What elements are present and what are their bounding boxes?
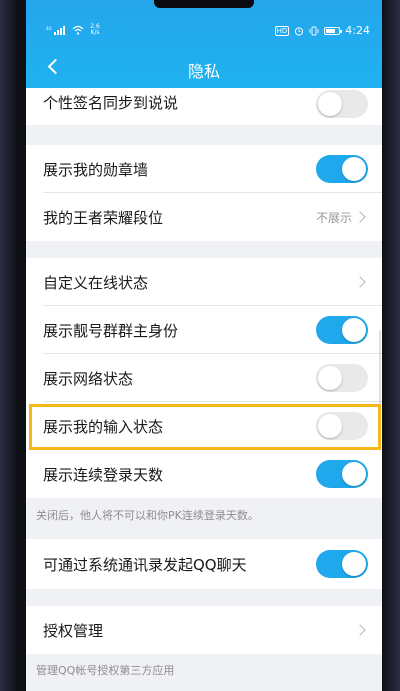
phone-frame: 4G 2.6 K/s HD 4:24 隐私 个性签名同步到说说 展示我的勋章墙 … — [0, 0, 400, 691]
signal-icon: 4G — [46, 26, 65, 35]
row-label: 自定义在线状态 — [43, 274, 149, 292]
row-contacts-chat[interactable]: 可通过系统通讯录发起QQ聊天 — [26, 539, 382, 589]
vibrate-icon — [309, 26, 319, 35]
wifi-icon — [72, 25, 84, 35]
row-auth-manage[interactable]: 授权管理 — [26, 606, 382, 654]
row-vip-group-owner[interactable]: 展示靓号群群主身份 — [26, 306, 382, 354]
header-bar: 4G 2.6 K/s HD 4:24 隐私 — [26, 0, 382, 88]
row-label: 展示我的勋章墙 — [43, 161, 149, 179]
status-bar: 4G 2.6 K/s HD 4:24 — [26, 22, 382, 42]
chevron-right-icon — [354, 624, 366, 636]
login-days-note: 关闭后，他人将不可以和你PK连续登录天数。 — [36, 509, 259, 522]
row-label: 授权管理 — [43, 622, 104, 640]
row-medal-wall[interactable]: 展示我的勋章墙 — [26, 145, 382, 193]
row-signature-sync[interactable]: 个性签名同步到说说 — [26, 88, 382, 125]
toggle-network-status[interactable] — [316, 364, 368, 392]
alarm-icon — [295, 26, 304, 36]
row-network-status[interactable]: 展示网络状态 — [26, 354, 382, 402]
chevron-right-icon — [354, 211, 366, 223]
row-honor-rank[interactable]: 我的王者荣耀段位 不展示 — [26, 193, 382, 241]
row-value: 不展示 — [315, 211, 352, 225]
row-label: 展示靓号群群主身份 — [43, 322, 179, 340]
screen: 4G 2.6 K/s HD 4:24 隐私 个性签名同步到说说 展示我的勋章墙 … — [26, 0, 382, 691]
toggle-login-days[interactable] — [316, 460, 368, 488]
row-label: 可通过系统通讯录发起QQ聊天 — [43, 556, 247, 574]
row-label: 展示网络状态 — [43, 370, 134, 388]
network-speed: 2.6 K/s — [90, 23, 100, 36]
row-label: 我的王者荣耀段位 — [43, 209, 164, 227]
toggle-signature-sync[interactable] — [316, 90, 368, 118]
toggle-typing-status[interactable] — [316, 412, 368, 440]
row-label: 展示连续登录天数 — [43, 466, 164, 484]
battery-icon — [324, 26, 343, 35]
chevron-right-icon — [354, 276, 366, 288]
camera-notch — [154, 0, 254, 8]
page-title: 隐私 — [187, 62, 220, 81]
svg-text:4G: 4G — [46, 26, 52, 31]
row-label: 个性签名同步到说说 — [43, 94, 179, 112]
hd-icon: HD — [274, 25, 290, 36]
row-label: 展示我的输入状态 — [43, 418, 164, 436]
row-login-days[interactable]: 展示连续登录天数 — [26, 450, 382, 498]
scrollbar[interactable] — [379, 330, 381, 450]
toggle-vip-group-owner[interactable] — [316, 316, 368, 344]
toggle-medal-wall[interactable] — [316, 155, 368, 183]
row-typing-status[interactable]: 展示我的输入状态 — [26, 402, 382, 450]
toggle-contacts-chat[interactable] — [316, 550, 368, 578]
auth-manage-note: 管理QQ帐号授权第三方应用 — [36, 664, 175, 677]
row-custom-online[interactable]: 自定义在线状态 — [26, 258, 382, 306]
status-time: 4:24 — [345, 24, 370, 37]
